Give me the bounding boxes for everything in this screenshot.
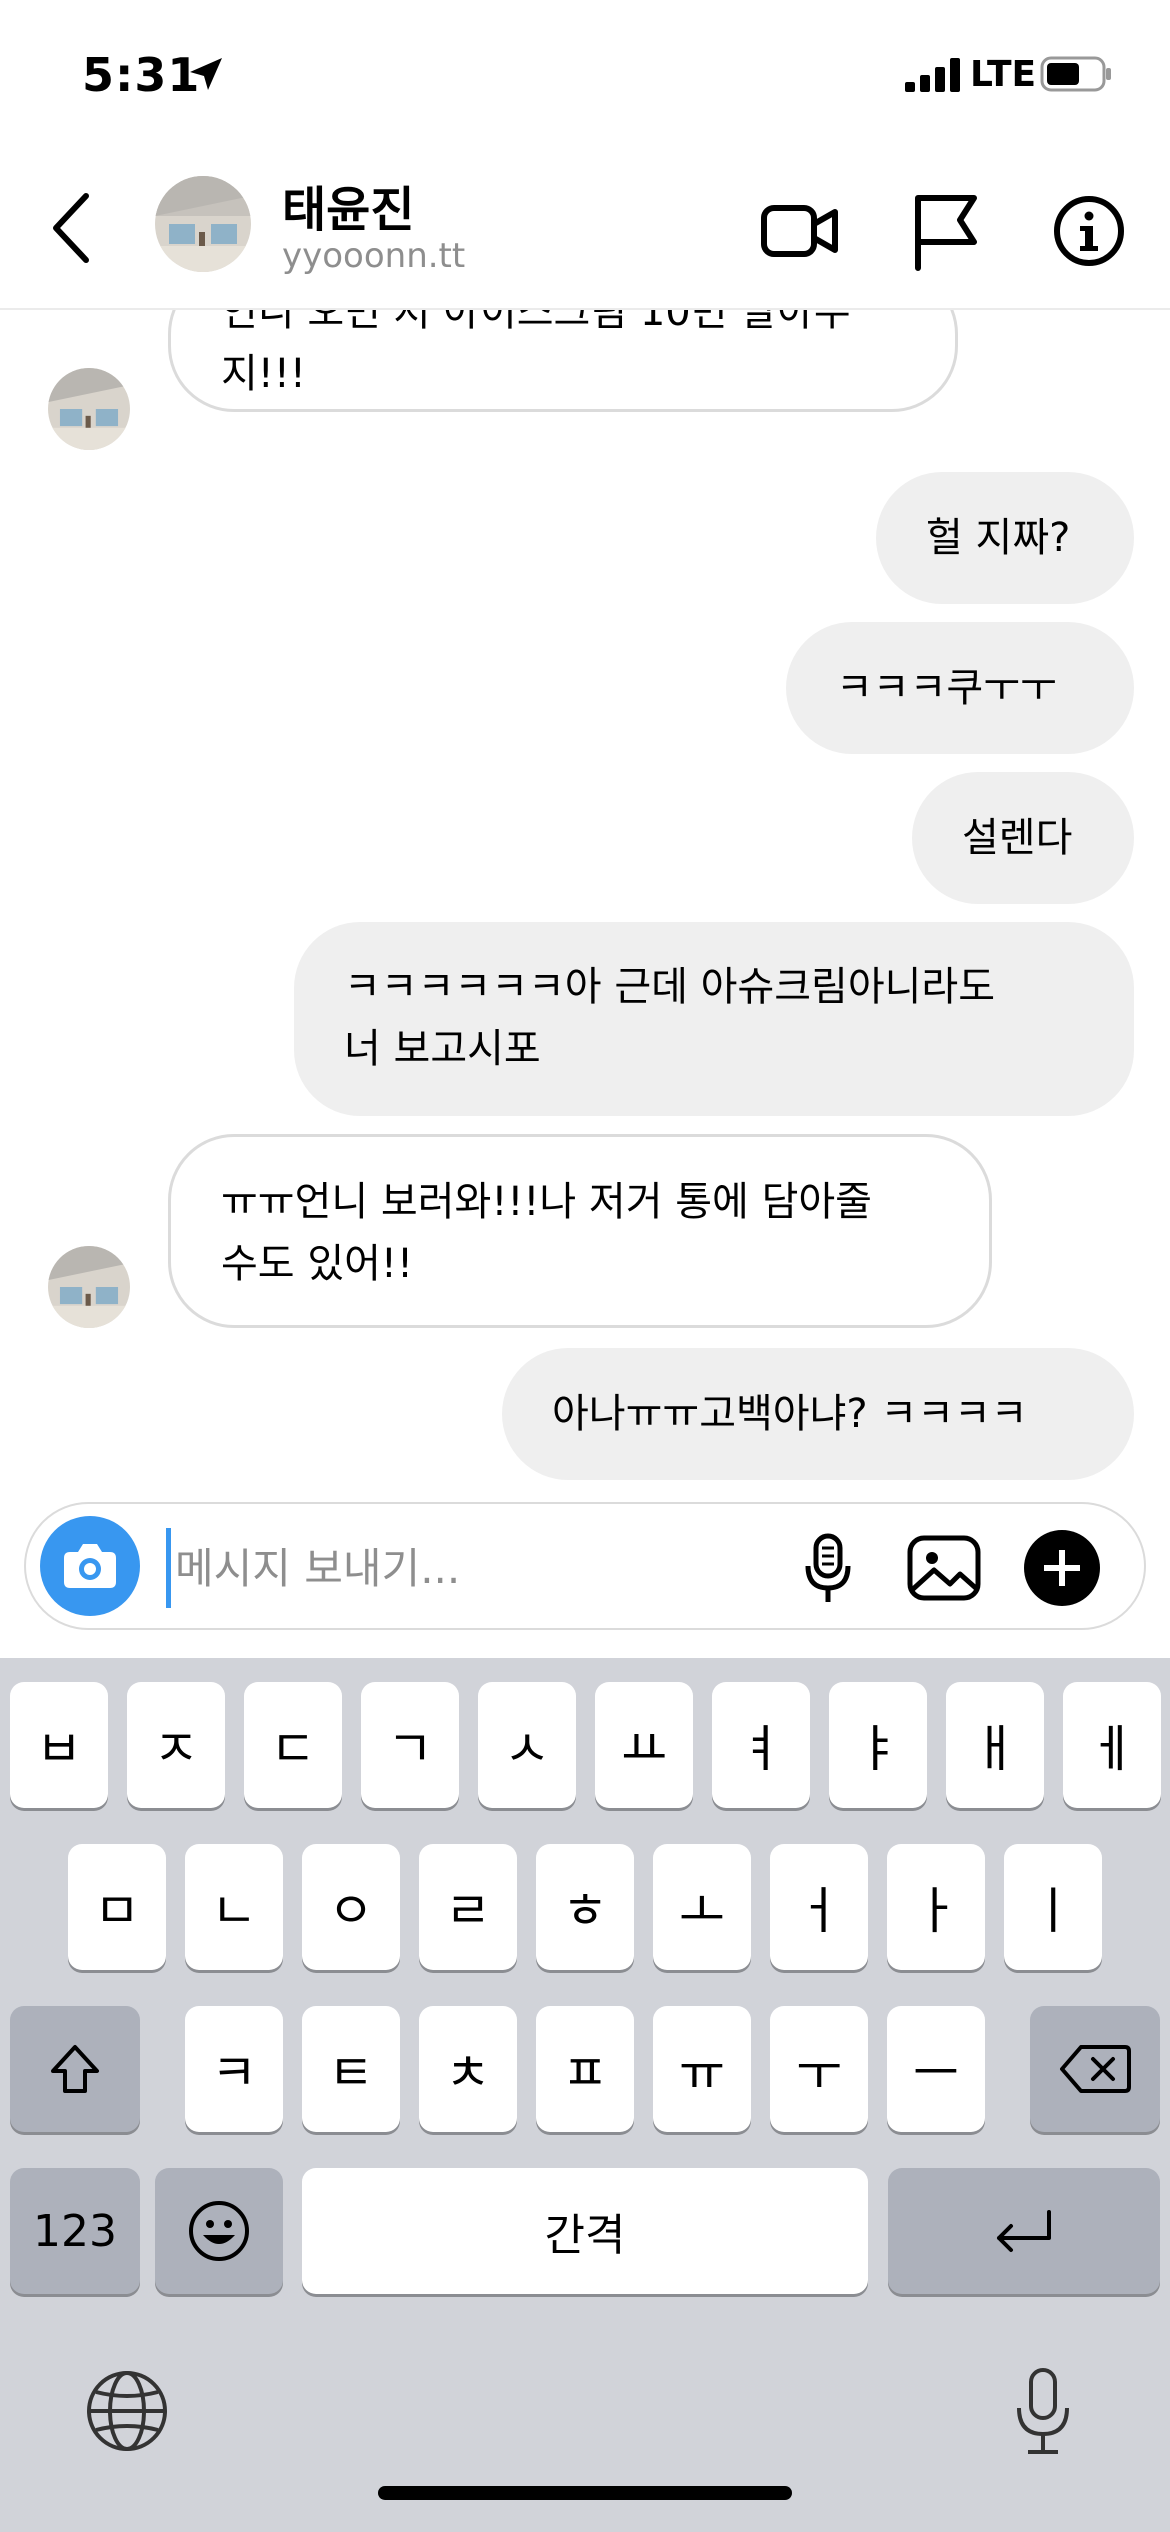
avatar[interactable] xyxy=(155,176,251,272)
key[interactable]: ㄷ xyxy=(244,1682,342,1808)
key[interactable]: ㅍ xyxy=(536,2006,634,2132)
key[interactable]: ㅅ xyxy=(478,1682,576,1808)
key[interactable]: ㅐ xyxy=(946,1682,1044,1808)
globe-icon[interactable] xyxy=(84,2368,170,2454)
dictation-mic-icon[interactable] xyxy=(1000,2364,1086,2460)
key[interactable]: ㅊ xyxy=(419,2006,517,2132)
image-icon[interactable] xyxy=(902,1526,986,1610)
info-icon[interactable] xyxy=(1044,186,1134,276)
message-thread[interactable]: 언니 오면 저 아이스크림 10번 말아주 지!!! 헐 지짜? ㅋㅋㅋ쿠ㅜㅜ … xyxy=(0,308,1170,1494)
key[interactable]: ㄱ xyxy=(361,1682,459,1808)
key[interactable]: ㅔ xyxy=(1063,1682,1161,1808)
camera-button[interactable] xyxy=(40,1516,140,1616)
keyboard: ㅂ ㅈ ㄷ ㄱ ㅅ ㅛ ㅕ ㅑ ㅐ ㅔ ㅁ ㄴ ㅇ ㄹ ㅎ ㅗ ㅓ ㅏ ㅣ ㅋ … xyxy=(0,1658,1170,2532)
key[interactable]: ㅇ xyxy=(302,1844,400,1970)
delete-key[interactable] xyxy=(1030,2006,1160,2132)
key[interactable]: ㅂ xyxy=(10,1682,108,1808)
emoji-key[interactable] xyxy=(155,2168,283,2294)
message-bubble-outgoing[interactable]: 아나ㅠㅠ고백아냐? ㅋㅋㅋㅋ xyxy=(502,1348,1134,1480)
key[interactable]: ㅈ xyxy=(127,1682,225,1808)
key[interactable]: ㄹ xyxy=(419,1844,517,1970)
key[interactable]: ㅡ xyxy=(887,2006,985,2132)
avatar[interactable] xyxy=(48,1246,130,1328)
message-bubble-outgoing[interactable]: ㅋㅋㅋㅋㅋㅋ아 근데 아슈크림아니라도 너 보고시포 xyxy=(294,922,1134,1116)
avatar[interactable] xyxy=(48,368,130,450)
key[interactable]: ㅜ xyxy=(770,2006,868,2132)
network-label: LTE xyxy=(970,54,1037,95)
key[interactable]: ㅣ xyxy=(1004,1844,1102,1970)
key[interactable]: ㅑ xyxy=(829,1682,927,1808)
video-camera-icon[interactable] xyxy=(755,186,845,276)
chevron-left-icon[interactable] xyxy=(44,188,104,268)
contact-username[interactable]: yyooonn.tt xyxy=(282,236,465,276)
key[interactable]: ㅗ xyxy=(653,1844,751,1970)
key[interactable]: ㅏ xyxy=(887,1844,985,1970)
key[interactable]: ㄴ xyxy=(185,1844,283,1970)
key[interactable]: ㅋ xyxy=(185,2006,283,2132)
return-icon xyxy=(997,2210,1051,2252)
home-indicator[interactable] xyxy=(378,2486,792,2500)
space-key[interactable]: 간격 xyxy=(302,2168,868,2294)
key[interactable]: ㅌ xyxy=(302,2006,400,2132)
message-bubble-incoming[interactable]: 언니 오면 저 아이스크림 10번 말아주 지!!! xyxy=(168,308,958,412)
battery-icon xyxy=(1040,56,1111,92)
status-time: 5:31 xyxy=(82,48,201,102)
cellular-signal-icon xyxy=(905,58,960,92)
location-arrow-icon xyxy=(190,58,222,90)
key[interactable]: ㅠ xyxy=(653,2006,751,2132)
key[interactable]: ㅁ xyxy=(68,1844,166,1970)
message-input[interactable] xyxy=(166,1528,797,1608)
plus-circle-icon[interactable] xyxy=(1020,1526,1104,1610)
shift-key[interactable] xyxy=(10,2006,140,2132)
microphone-icon[interactable] xyxy=(786,1526,870,1610)
message-composer xyxy=(24,1502,1146,1630)
key[interactable]: ㅓ xyxy=(770,1844,868,1970)
emoji-icon xyxy=(189,2201,249,2261)
numbers-key[interactable]: 123 xyxy=(10,2168,140,2294)
key[interactable]: ㅛ xyxy=(595,1682,693,1808)
status-bar: 5:31 LTE xyxy=(0,0,1170,150)
message-bubble-outgoing[interactable]: ㅋㅋㅋ쿠ㅜㅜ xyxy=(786,622,1134,754)
shift-icon xyxy=(51,2045,99,2093)
key[interactable]: ㅎ xyxy=(536,1844,634,1970)
return-key[interactable] xyxy=(888,2168,1160,2294)
chat-header: 태윤진 yyooonn.tt xyxy=(0,150,1170,310)
message-bubble-outgoing[interactable]: 설렌다 xyxy=(912,772,1134,904)
contact-name[interactable]: 태윤진 xyxy=(282,170,414,240)
message-bubble-outgoing[interactable]: 헐 지짜? xyxy=(876,472,1134,604)
backspace-icon xyxy=(1060,2045,1131,2093)
key[interactable]: ㅕ xyxy=(712,1682,810,1808)
camera-icon xyxy=(64,1544,116,1588)
message-bubble-incoming[interactable]: ㅠㅠ언니 보러와!!!나 저거 통에 담아줄 수도 있어!! xyxy=(168,1134,992,1328)
flag-icon[interactable] xyxy=(900,186,990,276)
